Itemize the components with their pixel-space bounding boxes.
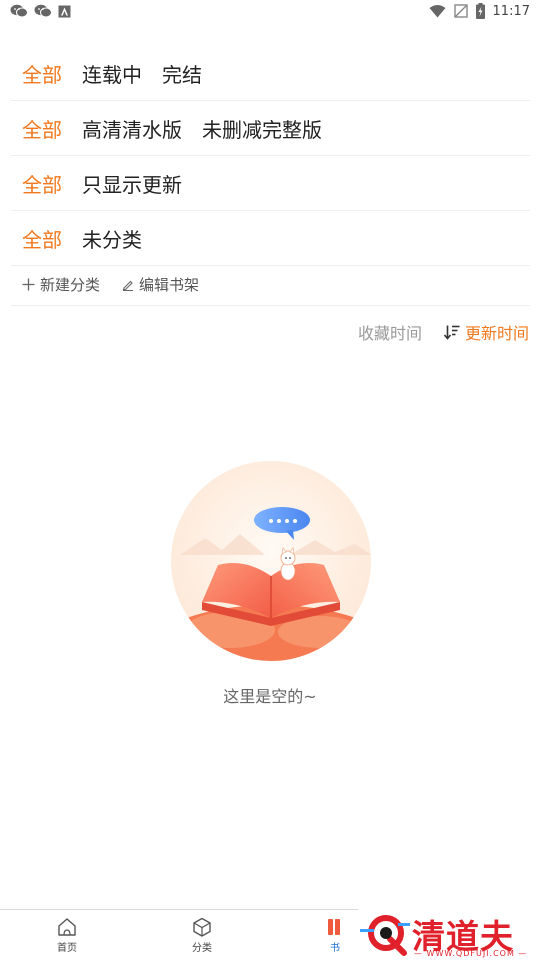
watermark-logo-icon [360,915,410,956]
shelf-actions: 新建分类 编辑书架 [11,264,530,306]
sort-descending-icon [443,325,460,340]
home-icon [58,918,76,936]
new-category-button[interactable]: 新建分类 [22,274,100,295]
filter-all[interactable]: 全部 [22,169,62,198]
bookshelf-icon [328,919,340,935]
pencil-icon [122,280,134,291]
new-category-label: 新建分类 [40,276,101,294]
nav-bookshelf-label: 书 [330,943,340,954]
filter-row-version: 全部 高清清水版 未删减完整版 [11,101,530,156]
sort-active-label: 更新时间 [464,324,529,343]
filter-row-category: 全部 未分类 [11,211,530,266]
plus-icon [22,278,35,291]
filter-all[interactable]: 全部 [22,59,62,88]
sort-by-update-time[interactable]: 更新时间 [443,320,529,344]
filter-row-status: 全部 连载中 完结 [11,46,530,101]
filter-serializing[interactable]: 连载中 [82,59,142,88]
wechat-icon [34,4,52,18]
status-right-icons: 11:17 [429,3,530,19]
empty-message: 这里是空的~ [223,687,317,706]
app-icon [58,5,71,17]
wifi-icon [429,5,446,18]
box-icon [193,917,211,937]
edit-shelf-label: 编辑书架 [139,276,200,294]
filter-updates-only[interactable]: 只显示更新 [82,169,182,198]
filter-completed[interactable]: 完结 [162,59,202,88]
edit-shelf-button[interactable]: 编辑书架 [122,274,199,295]
nav-home[interactable]: 首页 [32,917,102,954]
nav-category-label: 分类 [192,943,212,954]
no-sim-icon [453,4,468,18]
empty-shelf-illustration [171,461,371,661]
wechat-icon [10,4,28,18]
cat-figure [280,547,296,581]
filter-all[interactable]: 全部 [22,224,62,253]
filter-hd-clean[interactable]: 高清清水版 [82,114,182,143]
filter-all[interactable]: 全部 [22,114,62,143]
battery-charging-icon [475,3,485,19]
status-left-icons [10,4,71,18]
sort-by-favorite-time[interactable]: 收藏时间 [358,320,422,344]
sort-bar: 收藏时间 更新时间 [336,320,529,344]
filter-panel: 全部 连载中 完结 全部 高清清水版 未删减完整版 全部 只显示更新 全部 未分… [11,46,530,266]
status-time: 11:17 [492,3,530,19]
watermark-url: — WWW.QDFUJI.COM — [414,949,528,958]
filter-uncategorized[interactable]: 未分类 [82,224,142,253]
watermark: 清道夫 — WWW.QDFUJI.COM — [358,908,540,960]
nav-home-label: 首页 [57,943,77,954]
status-bar: 11:17 [0,0,540,26]
nav-category[interactable]: 分类 [167,917,237,954]
filter-row-update: 全部 只显示更新 [11,156,530,211]
filter-uncut[interactable]: 未删减完整版 [202,114,322,143]
